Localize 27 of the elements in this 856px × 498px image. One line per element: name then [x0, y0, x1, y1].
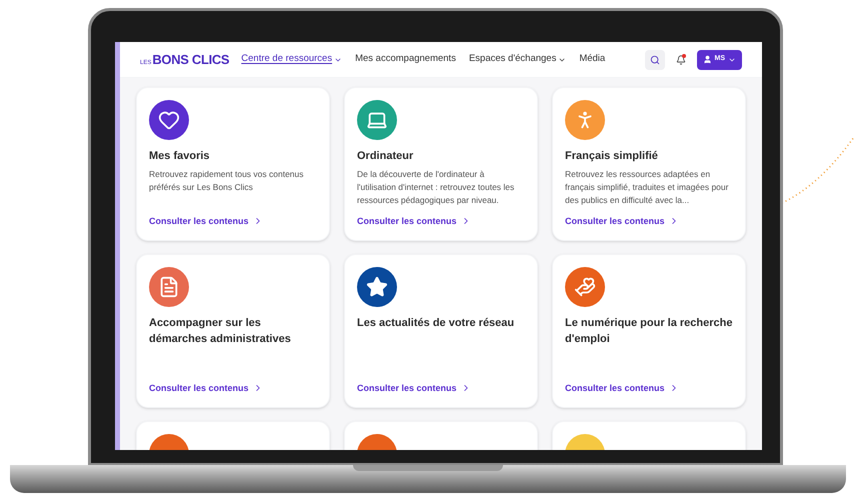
star-icon: [366, 276, 388, 298]
consult-link[interactable]: Consulter les contenus: [357, 214, 525, 228]
people-icon: [574, 276, 596, 298]
card-title: Les actualités de votre réseau: [357, 316, 516, 331]
card-title: Mes favoris: [149, 149, 211, 164]
consult-link[interactable]: Consulter les contenus: [149, 214, 317, 228]
consult-link[interactable]: Consulter les contenus: [357, 382, 525, 395]
card-title: Ordinateur: [357, 149, 414, 164]
nav-link[interactable]: Espaces d'échanges: [468, 52, 566, 67]
consult-link[interactable]: Consulter les contenus: [565, 214, 733, 228]
card-description: De la découverte de l'ordinateur à l'utilisation d'internet : retrouvez toutes les ressources pédagogiques par niveau.: [357, 168, 516, 207]
card-description: Retrouvez les ressources adaptées en français simplifié, traduites et imagées pour des publics en difficulté avec la...: [565, 168, 730, 207]
card-description: Retrouvez rapidement tous vos contenus préférés sur Les Bons Clics: [149, 168, 305, 194]
search-button[interactable]: [644, 50, 664, 70]
consult-link[interactable]: Consulter les contenus: [565, 382, 733, 395]
bell-icon: [676, 54, 686, 64]
card-title: Accompagner sur les démarches administratives: [149, 316, 292, 347]
heart-icon: [158, 109, 180, 131]
card-title: Français simplifié: [565, 149, 659, 164]
search-icon: [650, 54, 660, 64]
nav-link[interactable]: Mes accompagnements: [355, 52, 456, 67]
consult-link[interactable]: Consulter les contenus: [149, 382, 317, 395]
card-title: Le numérique pour la recherche d'emploi: [565, 316, 733, 347]
document-icon: [158, 276, 180, 298]
nav-link[interactable]: Média: [579, 52, 606, 67]
nav-link[interactable]: Centre de ressources: [241, 52, 342, 67]
user-icon: [702, 55, 712, 64]
